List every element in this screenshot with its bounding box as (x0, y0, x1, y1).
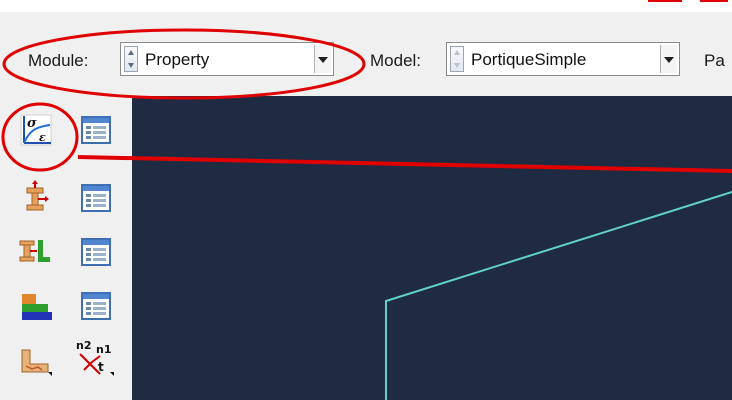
assign-orientation-icon[interactable] (18, 342, 54, 378)
part-label: Pa (704, 51, 725, 70)
model-combo[interactable]: PortiqueSimple (446, 42, 680, 76)
section-assignment-manager-icon[interactable] (78, 288, 114, 324)
beam-orientation-icon[interactable]: n2 n1 t (72, 338, 116, 380)
model-combo-value: PortiqueSimple (471, 50, 587, 69)
graphics-viewport[interactable] (132, 96, 732, 400)
profile-manager-icon[interactable] (78, 234, 114, 270)
context-toolbar: Module: Property Model: PortiqueSimple P… (0, 0, 732, 96)
assign-section-icon[interactable] (18, 288, 54, 324)
profile-create-icon[interactable] (18, 234, 54, 270)
property-toolbox: σ ε n2 n1 t (0, 96, 132, 400)
material-stress-strain-icon[interactable]: σ ε (18, 112, 54, 148)
module-combo[interactable]: Property (120, 42, 334, 76)
n2-text: n2 (76, 339, 92, 352)
module-dropdown-arrow-icon[interactable] (314, 45, 331, 73)
section-manager-icon[interactable] (78, 180, 114, 216)
toolbar-top-strip (0, 0, 732, 12)
frame-geometry (385, 191, 732, 400)
module-spin-icon[interactable] (124, 46, 138, 72)
epsilon-text: ε (39, 131, 46, 144)
model-spin-icon[interactable] (450, 46, 464, 72)
material-manager-icon[interactable] (78, 112, 114, 148)
sigma-text: σ (27, 116, 37, 131)
model-label: Model: (370, 51, 422, 70)
section-create-icon[interactable] (18, 180, 54, 216)
n1-text: n1 (96, 343, 112, 356)
model-dropdown-arrow-icon[interactable] (660, 45, 677, 73)
module-label: Module: (28, 51, 89, 70)
module-combo-value: Property (145, 50, 210, 69)
